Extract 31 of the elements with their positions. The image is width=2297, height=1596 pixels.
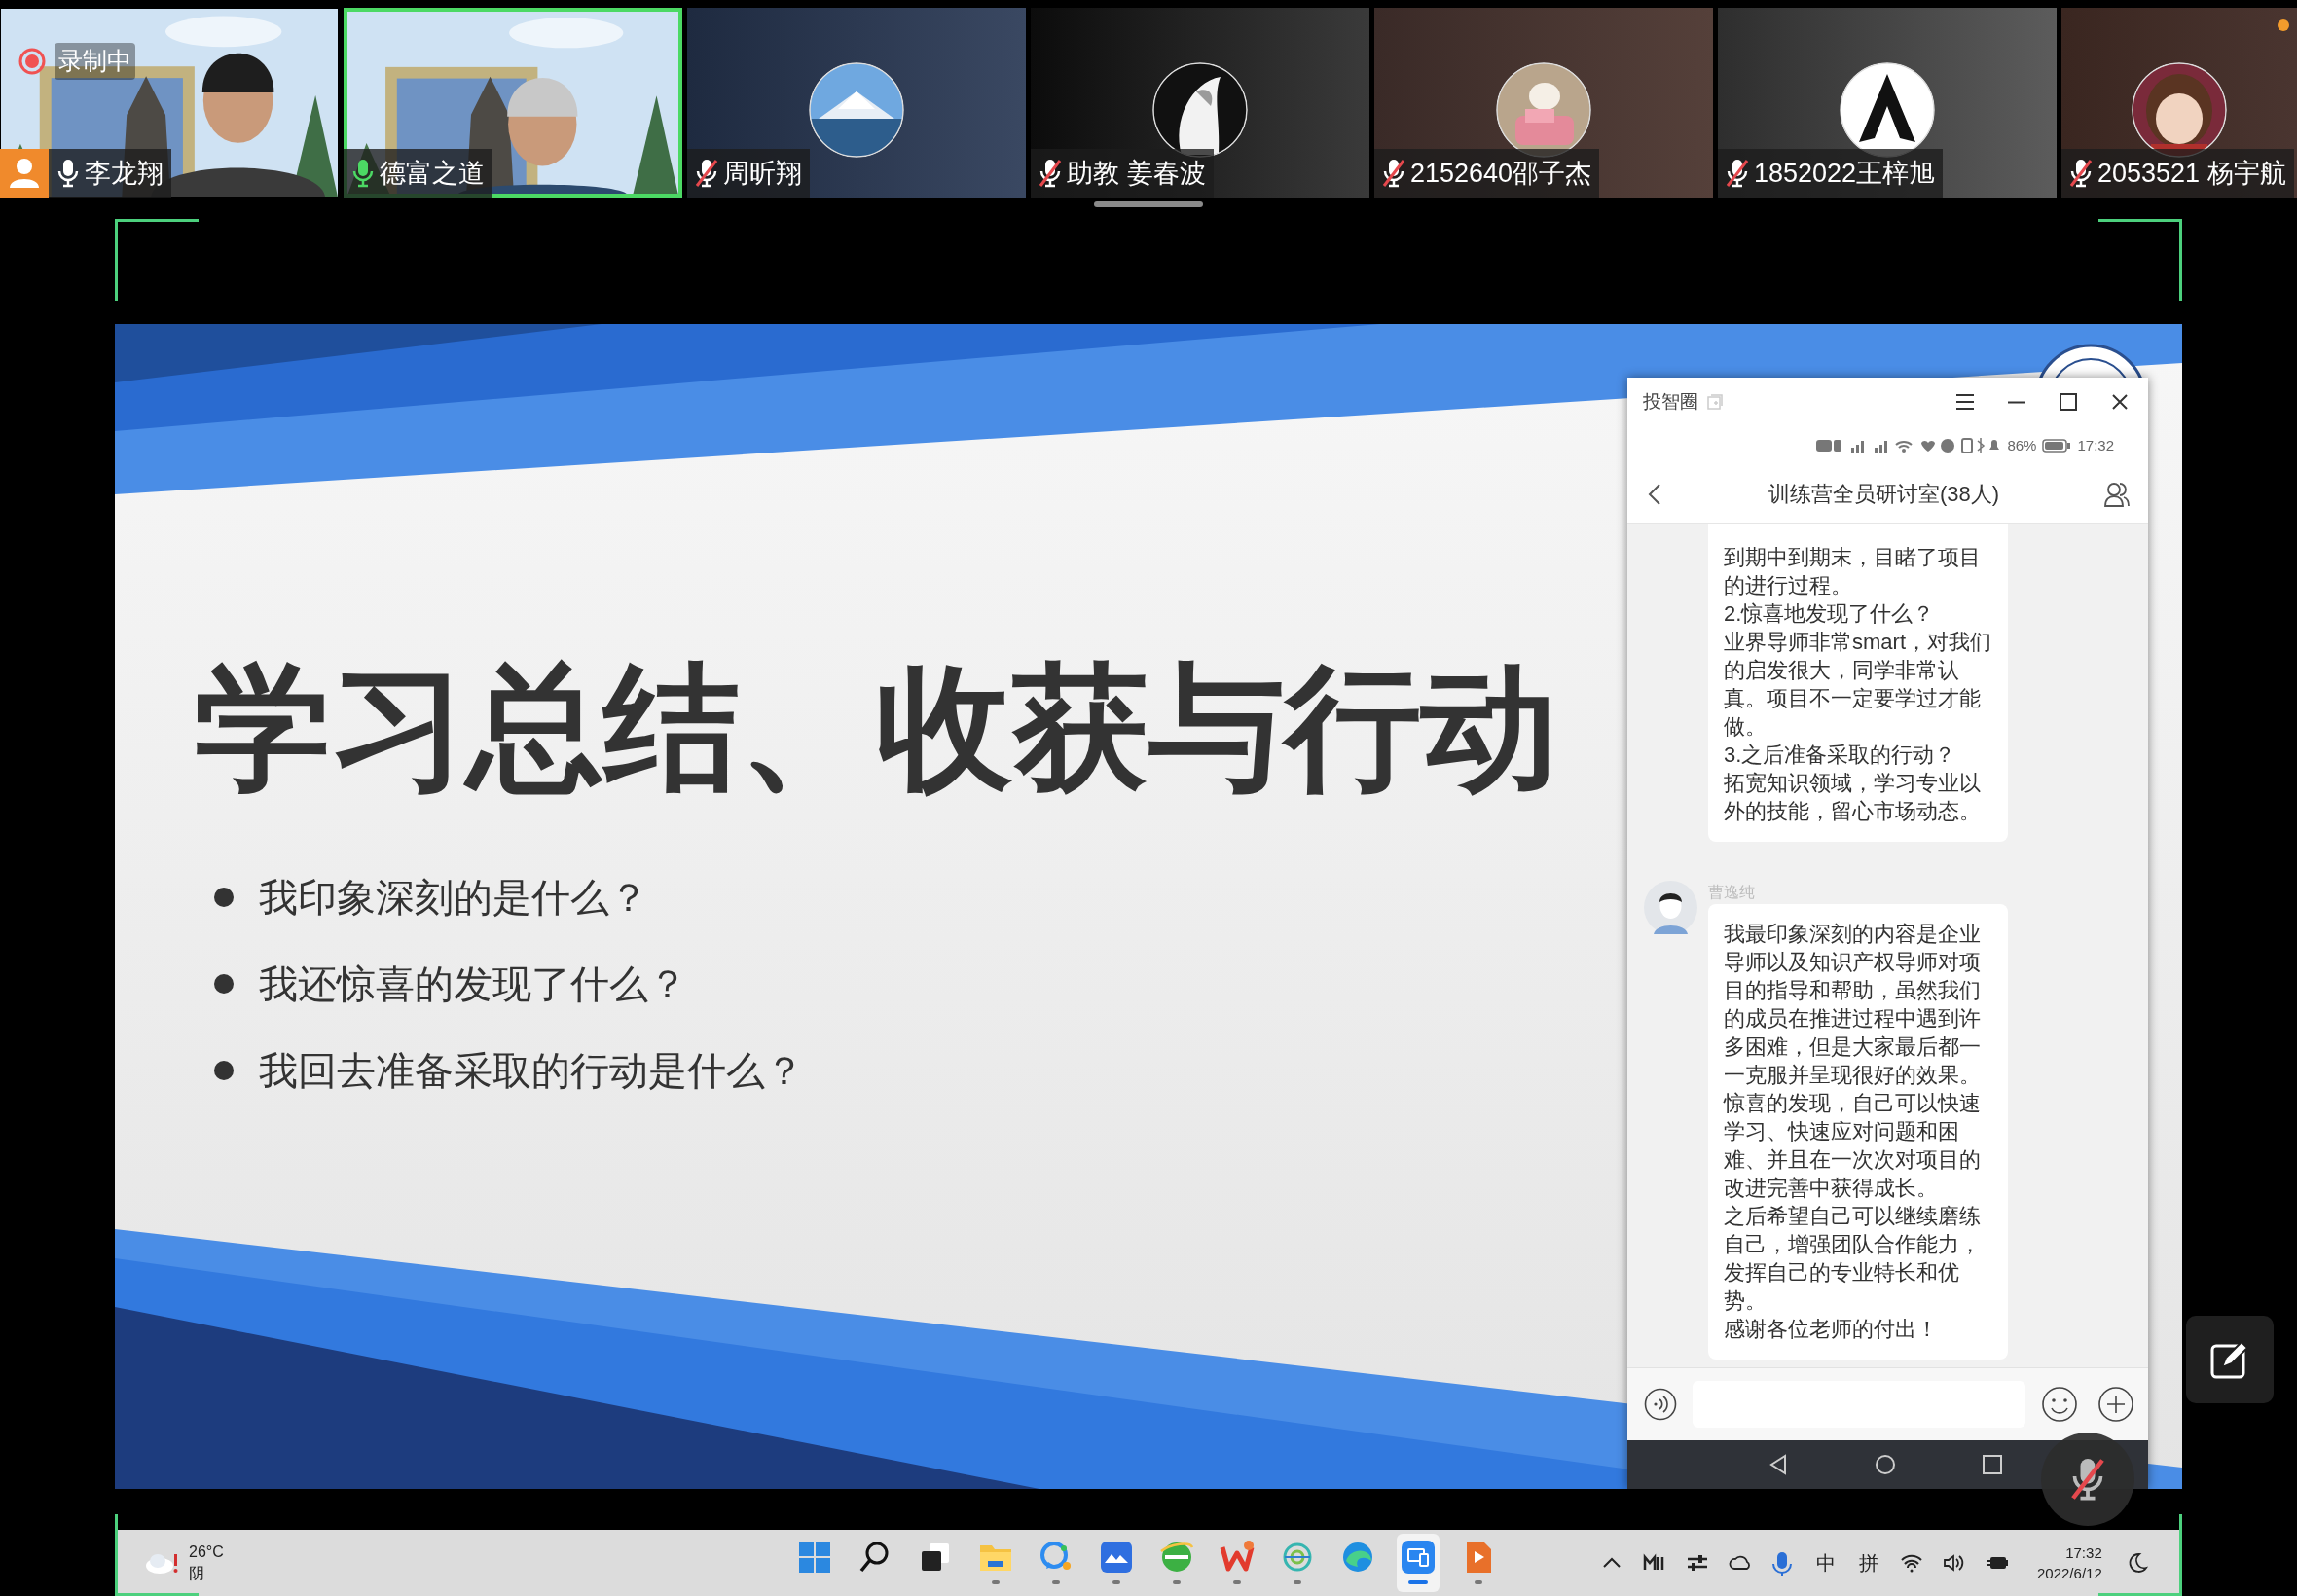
chat-title: 训练营全员研讨室(38人) [1767,481,2001,508]
message-paragraph: 惊喜的发现，自己可以快速学习、快速应对问题和困难、并且在一次次对项目的改进完善中获得成长。 [1724,1090,1982,1202]
input-method-button[interactable]: 拼 [1854,1543,1883,1582]
message-paragraph: 感谢各位老师的付出！ [1724,1316,1939,1343]
participant-name: 1852022王梓旭 [1754,157,1936,190]
message-paragraph: 3.之后准备采取的行动？ [1724,742,1957,769]
bullet-text: 我还惊喜的发现了什么？ [259,961,687,1007]
status-time: 17:32 [2077,435,2114,455]
participant-name: 2152640邵子杰 [1410,157,1592,190]
participant-name: 助教 姜春波 [1067,157,1206,190]
participant-name: 德富之道 [380,157,485,190]
weather-condition: 阴 [189,1564,205,1583]
message-paragraph: 之后希望自己可以继续磨练自己，增强团队合作能力，发挥自己的专业特长和优势。 [1724,1203,1982,1315]
participant-name: 李龙翔 [85,157,164,190]
message-paragraph: 到期中到期末，目睹了项目的进行过程。 [1724,544,1982,599]
clock-date[interactable]: 2022/6/12 [2037,1563,2102,1583]
slide-title: 学习总结、收获与行动 [195,655,1557,801]
message-paragraph: 我最印象深刻的内容是企业导师以及知识产权导师对项目的指导和帮助，虽然我们的成员在推进过程中遇到许多困难，但是大家最后都一一克服并呈现很好的效果。 [1724,921,1982,1089]
temperature: 26°C [189,1542,224,1562]
message-paragraph: 拓宽知识领域，学习专业以外的技能，留心市场动态。 [1724,770,1982,825]
input-mode-button[interactable]: 中 [1811,1543,1841,1582]
bullet-text: 我回去准备采取的行动是什么？ [259,1047,804,1094]
participant-name: 2053521 杨宇航 [2097,157,2286,190]
recording-label: 录制中 [55,43,135,80]
battery-percent: 86% [2007,435,2037,455]
bullet-text: 我印象深刻的是什么？ [259,874,648,921]
clock-time[interactable]: 17:32 [2037,1542,2102,1563]
message-paragraph: 业界导师非常smart，对我们的启发很大，同学非常认真。项目不一定要学过才能做。 [1724,629,1992,741]
message-paragraph: 2.惊喜地发现了什么？ [1724,600,1936,628]
participant-name: 周昕翔 [723,157,802,190]
app-title: 投智圈 [1643,389,1698,414]
